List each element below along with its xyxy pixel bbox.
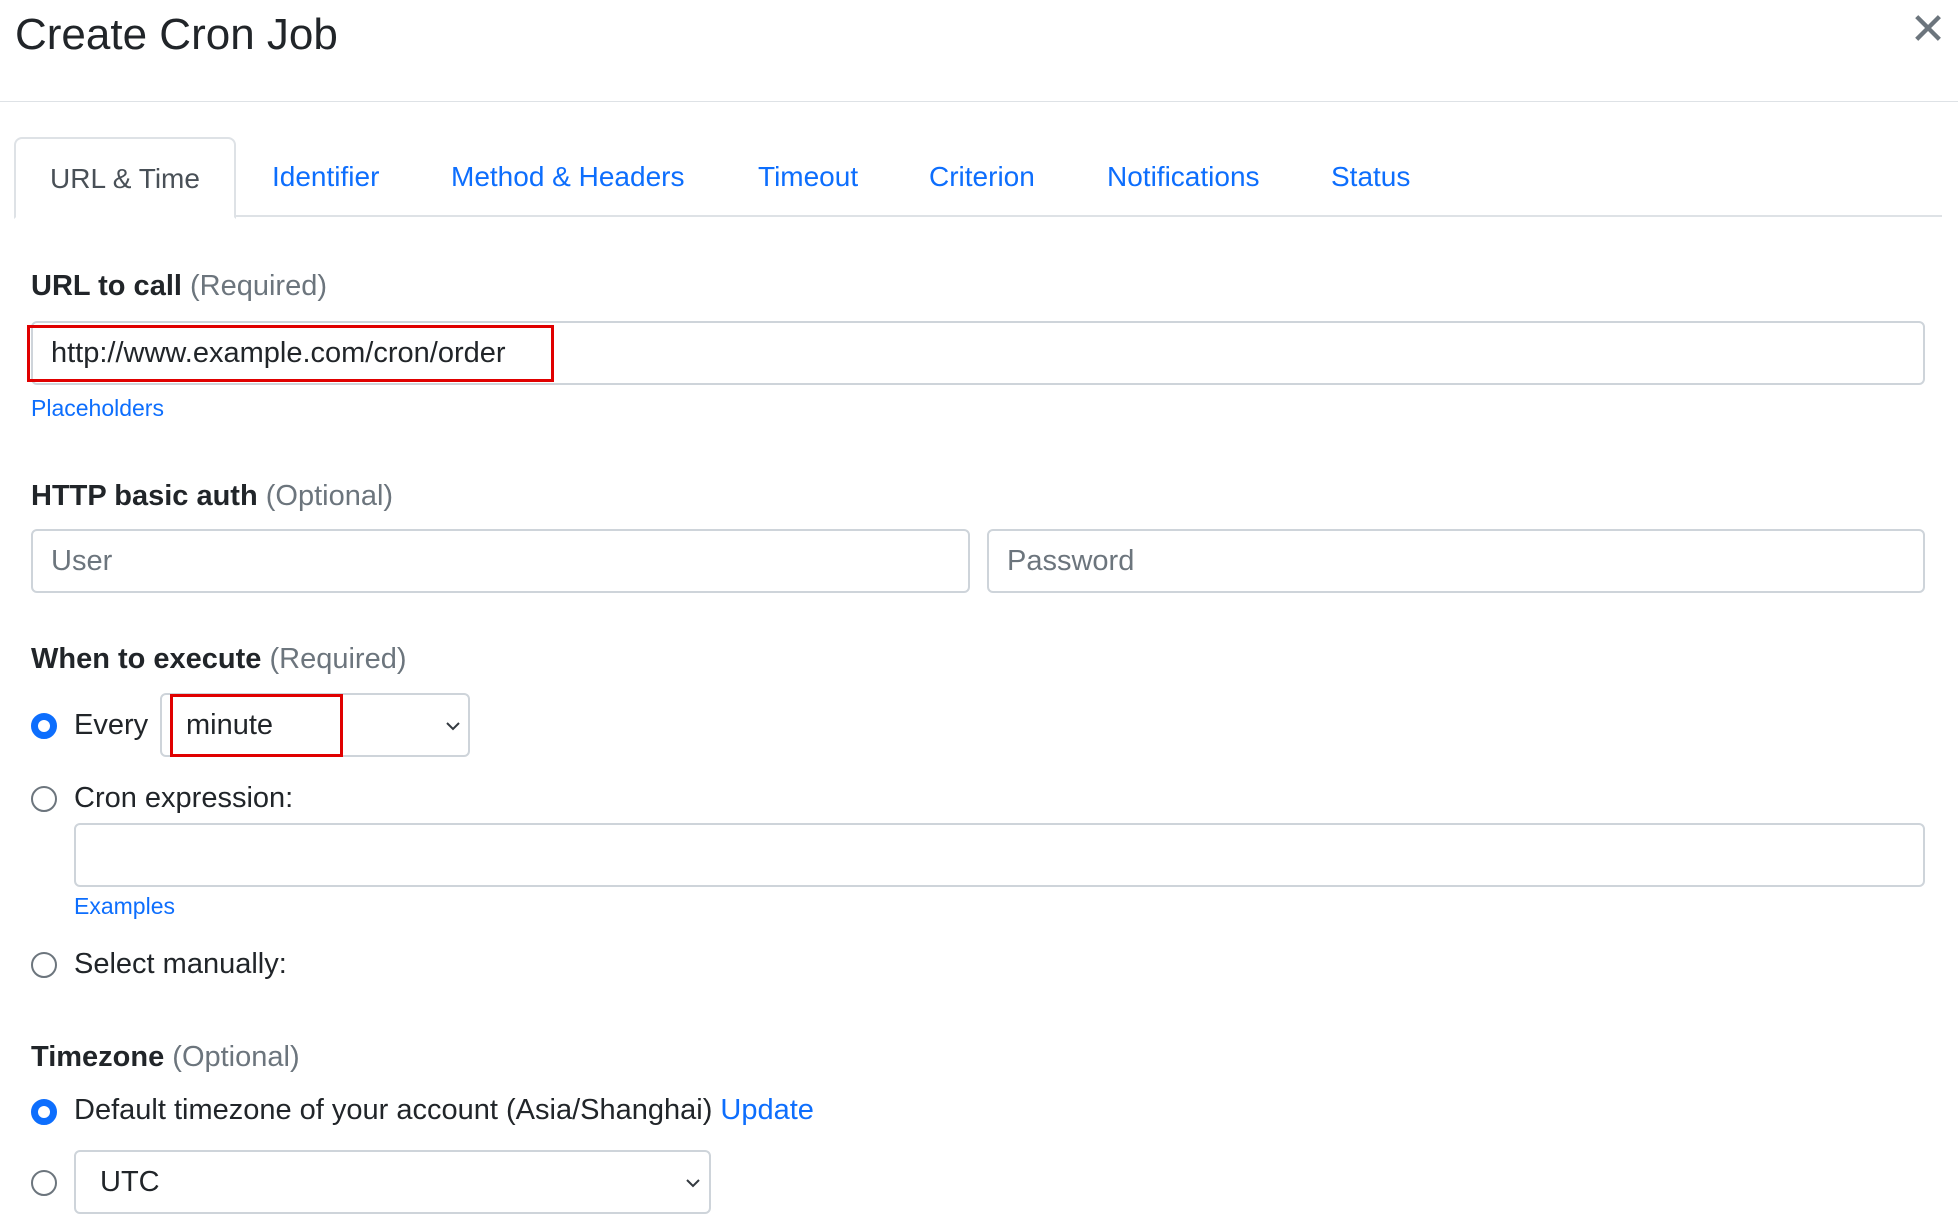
create-cron-job-dialog: Create Cron Job ✕ URL & Time Identifier … bbox=[0, 0, 1958, 1230]
dialog-header: Create Cron Job ✕ bbox=[0, 0, 1958, 102]
tab-timeout[interactable]: Timeout bbox=[758, 137, 858, 217]
url-required-hint: (Required) bbox=[190, 270, 327, 302]
select-manually-label: Select manually: bbox=[74, 948, 287, 980]
dialog-title: Create Cron Job bbox=[15, 10, 338, 59]
select-manually-radio[interactable] bbox=[31, 952, 57, 978]
tab-notifications[interactable]: Notifications bbox=[1107, 137, 1260, 217]
timezone-field-label: Timezone (Optional) bbox=[31, 1039, 300, 1075]
default-timezone-row: Default timezone of your account (Asia/S… bbox=[74, 1092, 814, 1128]
auth-label-text: HTTP basic auth bbox=[31, 480, 258, 512]
tab-url-time[interactable]: URL & Time bbox=[14, 137, 236, 219]
chevron-down-icon bbox=[686, 1179, 700, 1188]
tab-identifier[interactable]: Identifier bbox=[272, 137, 379, 217]
auth-optional-hint: (Optional) bbox=[265, 480, 394, 512]
user-input[interactable] bbox=[31, 529, 970, 593]
password-input[interactable] bbox=[987, 529, 1925, 593]
close-icon: ✕ bbox=[1909, 5, 1947, 54]
timezone-select[interactable]: UTC bbox=[74, 1150, 711, 1214]
every-interval-select[interactable]: minute bbox=[160, 693, 470, 757]
tab-method-headers[interactable]: Method & Headers bbox=[451, 137, 684, 217]
tab-status[interactable]: Status bbox=[1331, 137, 1410, 217]
every-interval-value: minute bbox=[186, 709, 274, 741]
url-field-label: URL to call (Required) bbox=[31, 268, 327, 304]
cron-expression-label: Cron expression: bbox=[74, 782, 294, 814]
auth-field-label: HTTP basic auth (Optional) bbox=[31, 478, 393, 514]
timezone-label-text: Timezone bbox=[31, 1041, 165, 1073]
close-button[interactable]: ✕ bbox=[1908, 6, 1948, 54]
cron-expression-input[interactable] bbox=[74, 823, 1925, 887]
every-label: Every bbox=[74, 709, 149, 741]
cron-expression-radio[interactable] bbox=[31, 786, 57, 812]
execute-required-hint: (Required) bbox=[269, 643, 407, 675]
tab-bar: URL & Time Identifier Method & Headers T… bbox=[14, 137, 1942, 219]
chevron-down-icon bbox=[446, 722, 460, 731]
execute-field-label: When to execute (Required) bbox=[31, 641, 407, 677]
every-radio[interactable] bbox=[31, 713, 57, 739]
timezone-optional-hint: (Optional) bbox=[172, 1041, 300, 1073]
placeholders-link[interactable]: Placeholders bbox=[31, 393, 164, 423]
timezone-select-value: UTC bbox=[100, 1166, 160, 1198]
update-timezone-link[interactable]: Update bbox=[720, 1094, 814, 1126]
default-timezone-radio[interactable] bbox=[31, 1099, 57, 1125]
url-input[interactable] bbox=[31, 321, 1925, 385]
tab-criterion[interactable]: Criterion bbox=[929, 137, 1035, 217]
default-timezone-label: Default timezone of your account (Asia/S… bbox=[74, 1094, 713, 1126]
execute-label-text: When to execute bbox=[31, 643, 262, 675]
custom-timezone-radio[interactable] bbox=[31, 1170, 57, 1196]
url-label-text: URL to call bbox=[31, 270, 182, 302]
examples-link[interactable]: Examples bbox=[74, 891, 175, 921]
